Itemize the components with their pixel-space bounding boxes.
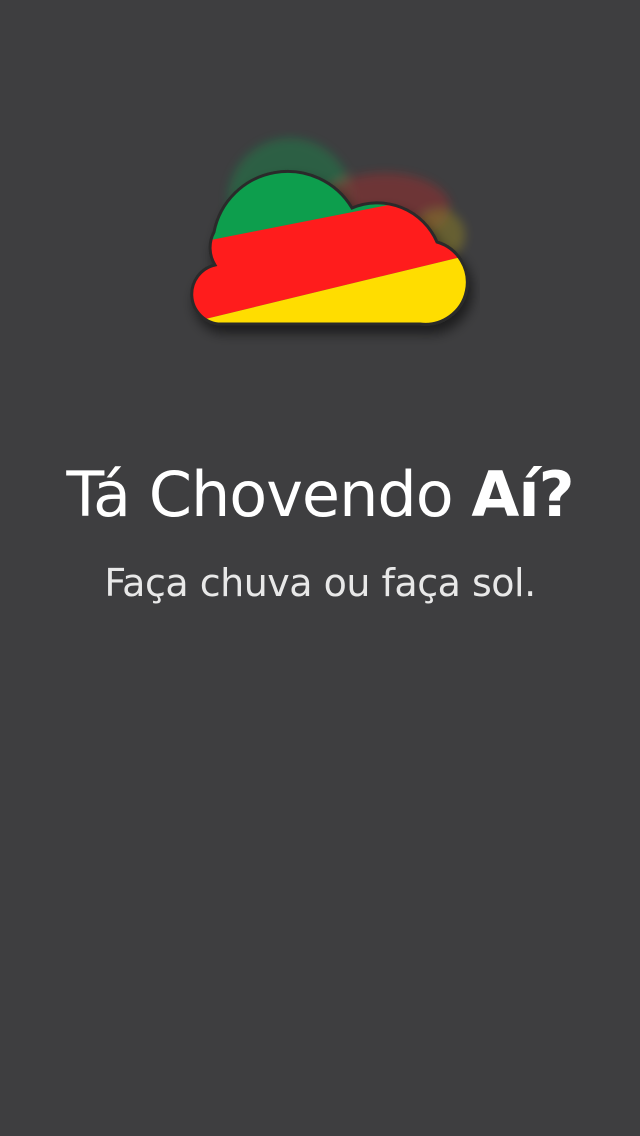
app-title-bold: Aí?: [471, 458, 574, 531]
splash-screen: Tá Chovendo Aí? Faça chuva ou faça sol.: [0, 0, 640, 1136]
cloud-icon: [190, 138, 469, 326]
app-tagline: Faça chuva ou faça sol.: [104, 561, 536, 605]
app-title-regular: Tá Chovendo: [66, 458, 472, 531]
app-title: Tá Chovendo Aí?: [0, 455, 640, 535]
